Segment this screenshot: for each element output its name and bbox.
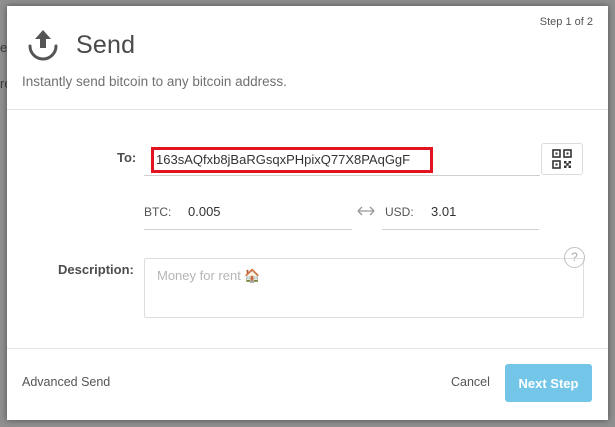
header-divider <box>7 109 608 110</box>
step-indicator: Step 1 of 2 <box>539 16 593 28</box>
qr-code-icon <box>552 149 572 169</box>
upload-arrow-icon <box>28 30 58 61</box>
dialog-header: Send <box>24 26 135 64</box>
description-label: Description: <box>58 262 134 277</box>
qr-scan-button[interactable] <box>541 143 583 175</box>
advanced-send-link[interactable]: Advanced Send <box>22 375 110 389</box>
usd-input-underline <box>382 229 539 230</box>
usd-label: USD: <box>385 205 414 219</box>
next-step-button[interactable]: Next Step <box>505 364 592 402</box>
description-input[interactable]: Money for rent 🏠 <box>144 258 584 318</box>
help-icon[interactable]: ? <box>564 247 585 268</box>
send-dialog: Step 1 of 2 Send Instantly send bitcoin … <box>7 6 608 420</box>
btc-amount-input[interactable]: 0.005 <box>188 204 221 219</box>
swap-arrows-icon <box>357 206 375 216</box>
btc-label: BTC: <box>144 205 172 219</box>
cancel-button[interactable]: Cancel <box>451 375 490 389</box>
dialog-title: Send <box>76 30 136 59</box>
description-placeholder: Money for rent 🏠 <box>157 268 261 283</box>
usd-amount-input[interactable]: 3.01 <box>431 204 456 219</box>
to-label: To: <box>117 150 137 165</box>
footer-divider <box>7 348 608 349</box>
dialog-subtitle: Instantly send bitcoin to any bitcoin ad… <box>22 74 287 89</box>
btc-input-underline <box>144 229 352 230</box>
to-address-input[interactable]: 163sAQfxb8jBaRGsqxPHpixQ77X8PAqGgF <box>151 147 433 173</box>
